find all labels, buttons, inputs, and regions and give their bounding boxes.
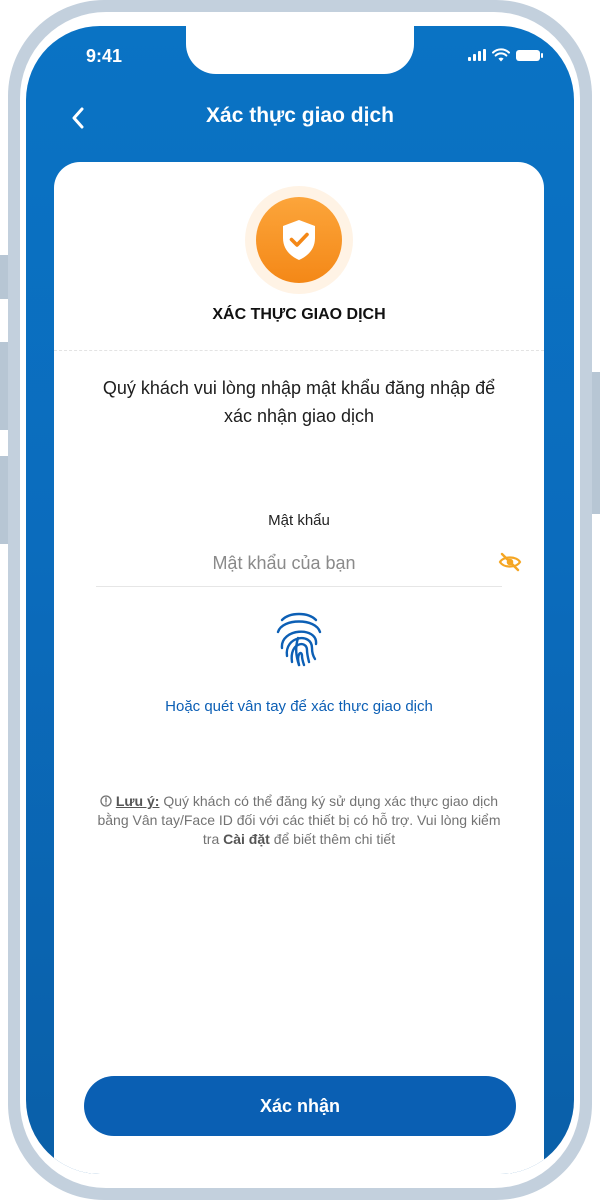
status-time: 9:41 (86, 46, 123, 66)
settings-highlight: Cài đặt (223, 831, 270, 847)
password-underline (96, 586, 502, 587)
shield-check-icon (283, 220, 315, 260)
instruction-text: Quý khách vui lòng nhập mật khẩu đăng nh… (102, 378, 496, 426)
page-title: Xác thực giao dịch (206, 104, 394, 127)
fingerprint-auth-link[interactable]: Hoặc quét vân tay để xác thực giao dịch (54, 698, 544, 715)
card-title: XÁC THỰC GIAO DỊCH (212, 306, 386, 323)
note-text: Lưu ý: Quý khách có thể đăng ký sử dụng … (94, 792, 504, 849)
confirm-button[interactable]: Xác nhận (84, 1076, 516, 1136)
fingerprint-icon[interactable] (272, 608, 326, 668)
status-icons (468, 48, 543, 62)
notch (186, 26, 414, 74)
wifi-icon (492, 48, 510, 62)
eye-off-icon (498, 552, 522, 572)
note-text-part2: để biết thêm chi tiết (273, 831, 396, 847)
dashed-divider (54, 350, 544, 351)
info-circle-icon (100, 795, 112, 807)
toggle-password-visibility-button[interactable] (497, 551, 523, 573)
auth-card: XÁC THỰC GIAO DỊCH Quý khách vui lòng nh… (54, 162, 544, 1174)
password-label: Mật khẩu (268, 512, 330, 529)
password-input[interactable] (134, 548, 434, 578)
shield-badge (245, 186, 353, 294)
battery-icon (516, 49, 543, 61)
note-label: Lưu ý: (115, 793, 160, 809)
shield-circle (256, 197, 342, 283)
phone-screen: 9:41 Xác thực giao dịch XÁC THỰC GIAO DỊ… (26, 26, 574, 1174)
signal-icon (468, 49, 486, 61)
